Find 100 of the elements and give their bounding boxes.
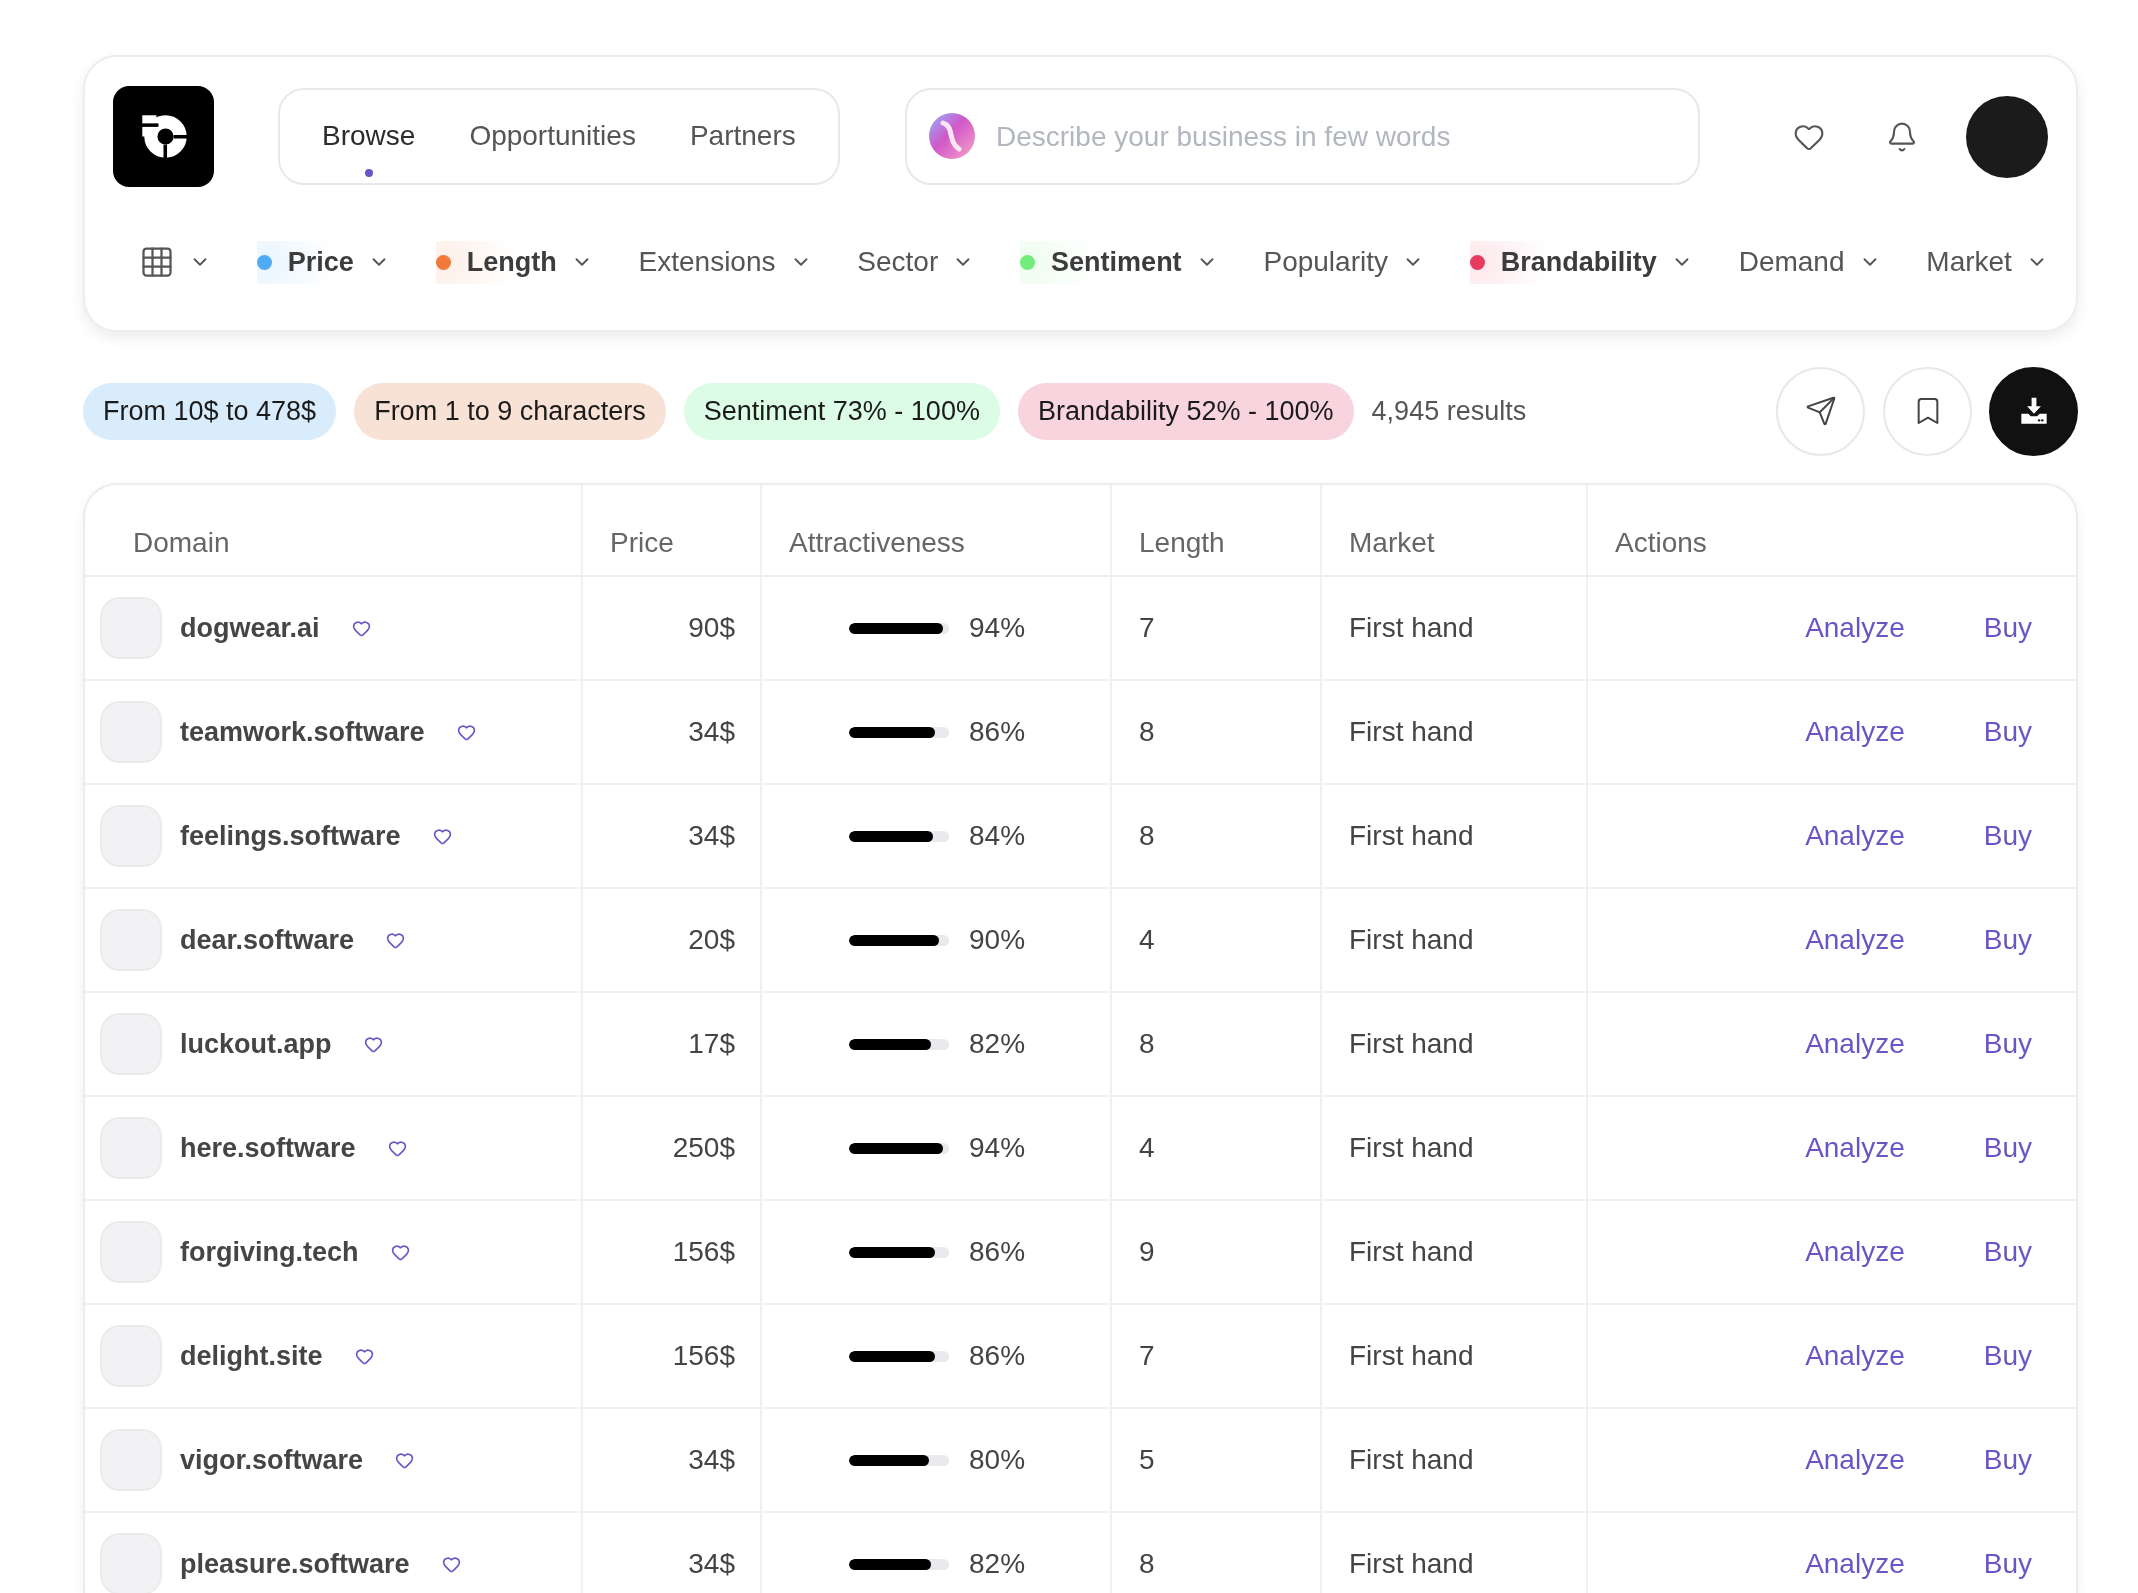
- filter-dropdown[interactable]: Market: [1926, 240, 2048, 284]
- grid-icon: [139, 244, 175, 280]
- percentage-text: 86%: [969, 716, 1026, 748]
- action-link[interactable]: Analyze: [1805, 612, 1905, 644]
- table-cell: 8: [1112, 993, 1322, 1097]
- filter-chip[interactable]: From 1 to 9 characters: [354, 382, 666, 440]
- action-link[interactable]: Analyze: [1805, 1132, 1905, 1164]
- domain-name: teamwork.software: [180, 716, 425, 748]
- filter-dropdown[interactable]: Demand: [1738, 240, 1881, 284]
- action-link[interactable]: Buy: [1983, 1028, 2032, 1060]
- table-cell: 156$: [583, 1305, 762, 1409]
- table-cell: First hand: [1322, 1305, 1588, 1409]
- action-link[interactable]: Buy: [1983, 1236, 2032, 1268]
- filter-chip[interactable]: From 10$ to 478$: [83, 382, 337, 440]
- domain-name: feelings.software: [180, 820, 401, 852]
- table-cell: 8: [1112, 1513, 1322, 1593]
- selected-dot-icon: [364, 169, 373, 177]
- heart-icon[interactable]: [395, 1450, 415, 1470]
- column-header: Domain: [85, 485, 583, 577]
- action-link[interactable]: Analyze: [1805, 1236, 1905, 1268]
- heart-icon[interactable]: [386, 930, 406, 950]
- table-cell: 34$: [583, 1513, 762, 1593]
- table-cell: 90$: [583, 577, 762, 681]
- domain-name: delight.site: [180, 1340, 323, 1372]
- heart-icon[interactable]: [432, 826, 452, 846]
- domain-name: dogwear.ai: [180, 612, 320, 644]
- column-header: Attractiveness: [762, 485, 1112, 577]
- results-count: 4,945 results: [1371, 395, 1527, 427]
- action-link[interactable]: Buy: [1983, 716, 2032, 748]
- table-cell: First hand: [1322, 577, 1588, 681]
- column-header: Length: [1112, 485, 1322, 577]
- table-cell: 9: [1112, 1201, 1322, 1305]
- filter-chip[interactable]: Brandability 52% - 100%: [1017, 382, 1354, 440]
- heart-icon[interactable]: [363, 1034, 383, 1054]
- search-field[interactable]: Describe your business in few words: [905, 88, 1700, 185]
- table-cell: 7: [1112, 1305, 1322, 1409]
- table-cell: 8: [1112, 681, 1322, 785]
- table-cell: 250$: [583, 1097, 762, 1201]
- nav-tab[interactable]: Partners: [689, 90, 796, 183]
- action-link[interactable]: Analyze: [1805, 1548, 1905, 1580]
- heart-icon[interactable]: [441, 1554, 461, 1574]
- nav-tab[interactable]: Opportunities: [469, 90, 636, 183]
- percentage-text: 86%: [969, 1236, 1026, 1268]
- filter-dropdown[interactable]: Extensions: [638, 240, 812, 284]
- column-header: Market: [1322, 485, 1588, 577]
- paper-plane-icon: [1804, 395, 1837, 427]
- action-link[interactable]: Buy: [1983, 1444, 2032, 1476]
- table-cell: First hand: [1322, 1513, 1588, 1593]
- action-link[interactable]: Analyze: [1805, 716, 1905, 748]
- table-cell: First hand: [1322, 889, 1588, 993]
- logo-icon[interactable]: [113, 86, 214, 187]
- domain-name: forgiving.tech: [180, 1236, 359, 1268]
- table-cell: 34$: [583, 681, 762, 785]
- table-cell: First hand: [1322, 993, 1588, 1097]
- action-link[interactable]: Buy: [1983, 820, 2032, 852]
- action-link[interactable]: Buy: [1983, 612, 2032, 644]
- action-link[interactable]: Buy: [1983, 1340, 2032, 1372]
- percentage-text: 80%: [969, 1444, 1026, 1476]
- action-link[interactable]: Buy: [1983, 924, 2032, 956]
- bell-icon[interactable]: [1886, 120, 1918, 153]
- action-link[interactable]: Analyze: [1805, 1444, 1905, 1476]
- table-cell: First hand: [1322, 1097, 1588, 1201]
- filter-chip[interactable]: Sentiment 73% - 100%: [683, 382, 1000, 440]
- action-link[interactable]: Buy: [1983, 1132, 2032, 1164]
- heart-icon[interactable]: [456, 722, 476, 742]
- heart-icon[interactable]: [387, 1138, 407, 1158]
- table-cell: 156$: [583, 1201, 762, 1305]
- table-cell: 34$: [583, 1409, 762, 1513]
- percentage-text: 86%: [969, 1340, 1026, 1372]
- column-header: Price: [583, 485, 762, 577]
- action-link[interactable]: Buy: [1983, 1548, 2032, 1580]
- filter-dropdown[interactable]: Sector: [857, 240, 975, 284]
- table-cell: First hand: [1322, 1409, 1588, 1513]
- domain-name: pleasure.software: [180, 1548, 410, 1580]
- percentage-text: 94%: [969, 612, 1026, 644]
- table-cell: 17$: [583, 993, 762, 1097]
- heart-icon[interactable]: [390, 1242, 410, 1262]
- table-cell: 34$: [583, 785, 762, 889]
- percentage-text: 82%: [969, 1548, 1026, 1580]
- table-cell: First hand: [1322, 681, 1588, 785]
- gradient-orb-icon: [929, 113, 975, 159]
- percentage-text: 84%: [969, 820, 1026, 852]
- nav-tab[interactable]: Browse: [322, 90, 416, 183]
- heart-icon[interactable]: [354, 1346, 374, 1366]
- column-header: Actions: [1588, 485, 2076, 577]
- table-cell: 8: [1112, 785, 1322, 889]
- domain-name: vigor.software: [180, 1444, 364, 1476]
- action-link[interactable]: Analyze: [1805, 1340, 1905, 1372]
- table-cell: First hand: [1322, 1201, 1588, 1305]
- table-cell: 4: [1112, 889, 1322, 993]
- domain-name: luckout.app: [180, 1028, 332, 1060]
- action-link[interactable]: Analyze: [1805, 820, 1905, 852]
- filter-dropdown[interactable]: Popularity: [1263, 240, 1424, 284]
- percentage-text: 82%: [969, 1028, 1026, 1060]
- action-link[interactable]: Analyze: [1805, 924, 1905, 956]
- domain-name: here.software: [180, 1132, 356, 1164]
- action-link[interactable]: Analyze: [1805, 1028, 1905, 1060]
- percentage-text: 90%: [969, 924, 1026, 956]
- heart-icon[interactable]: [351, 618, 371, 638]
- table-cell: 4: [1112, 1097, 1322, 1201]
